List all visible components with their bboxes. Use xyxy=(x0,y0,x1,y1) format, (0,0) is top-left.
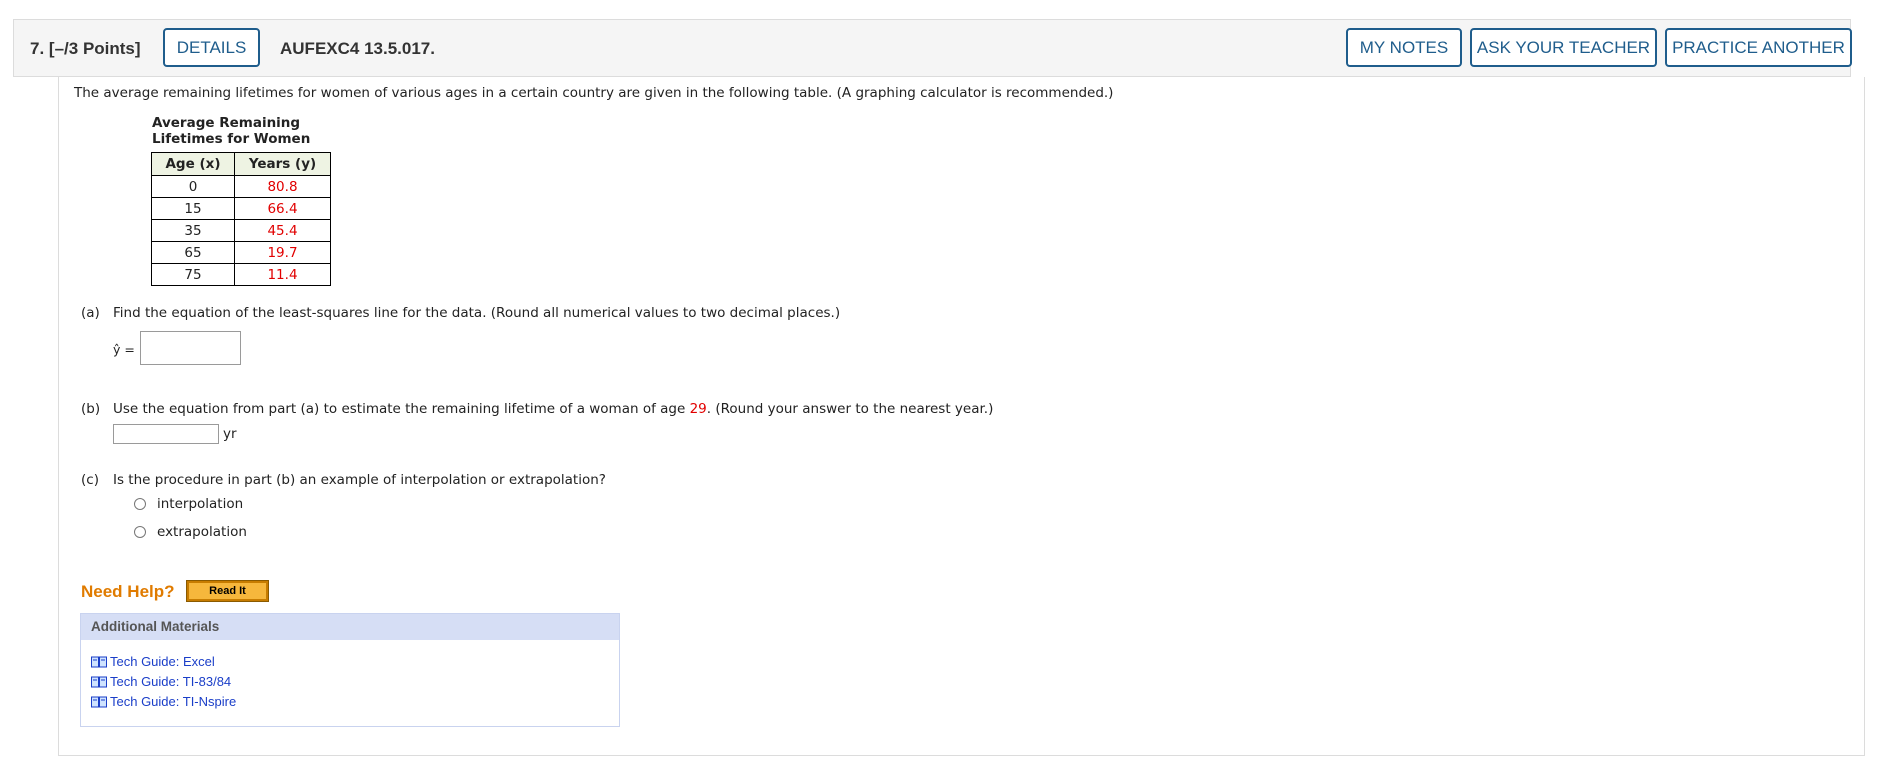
additional-materials-panel: Additional Materials Tech Guide: Excel T… xyxy=(80,613,620,727)
radio-interpolation[interactable] xyxy=(134,498,146,510)
read-it-button[interactable]: Read It xyxy=(186,580,269,602)
radio-extrapolation[interactable] xyxy=(134,526,146,538)
question-code: AUFEXC4 13.5.017. xyxy=(280,39,435,58)
need-help-label: Need Help? xyxy=(81,582,175,601)
table-header-row: Age (x) Years (y) xyxy=(151,152,331,176)
book-icon xyxy=(91,696,107,707)
part-b-text: Use the equation from part (a) to estima… xyxy=(113,401,993,417)
lifetimes-table: Age (x) Years (y) 0 80.8 15 66.4 35 45.4… xyxy=(151,152,331,286)
cell-years: 45.4 xyxy=(234,219,331,242)
tech-guide-ti83-link[interactable]: Tech Guide: TI-83/84 xyxy=(91,674,231,689)
additional-materials-heading: Additional Materials xyxy=(81,614,619,640)
lifetime-input[interactable] xyxy=(113,424,219,444)
option-interpolation-label[interactable]: interpolation xyxy=(157,496,243,512)
tech-guide-tinspire-link[interactable]: Tech Guide: TI-Nspire xyxy=(91,694,236,709)
table-row: 75 11.4 xyxy=(151,263,331,286)
question-intro: The average remaining lifetimes for wome… xyxy=(74,85,1114,101)
table-caption: Average Remaining Lifetimes for Women xyxy=(152,115,310,147)
cell-years: 11.4 xyxy=(234,263,331,286)
col-header-age: Age (x) xyxy=(151,152,235,176)
table-row: 15 66.4 xyxy=(151,197,331,220)
part-c-text: Is the procedure in part (b) an example … xyxy=(113,472,606,488)
equation-input[interactable] xyxy=(140,331,241,365)
cell-years: 19.7 xyxy=(234,241,331,264)
table-row: 0 80.8 xyxy=(151,175,331,198)
col-header-years: Years (y) xyxy=(234,152,331,176)
unit-label: yr xyxy=(223,426,237,442)
table-row: 65 19.7 xyxy=(151,241,331,264)
table-caption-line2: Lifetimes for Women xyxy=(152,131,311,147)
question-body: The average remaining lifetimes for wome… xyxy=(58,77,1865,756)
table-caption-line1: Average Remaining xyxy=(152,115,301,131)
part-c-label: (c) xyxy=(81,472,99,488)
link-label[interactable]: Tech Guide: Excel xyxy=(110,654,215,669)
part-b-text-after: . (Round your answer to the nearest year… xyxy=(706,401,994,417)
part-a-label: (a) xyxy=(81,305,100,321)
question-number-points: 7. [–/3 Points] xyxy=(30,39,141,59)
part-b-label: (b) xyxy=(81,401,101,417)
practice-another-button[interactable]: PRACTICE ANOTHER xyxy=(1665,28,1852,67)
tech-guide-excel-link[interactable]: Tech Guide: Excel xyxy=(91,654,215,669)
part-a-text: Find the equation of the least-squares l… xyxy=(113,305,841,321)
option-extrapolation-label[interactable]: extrapolation xyxy=(157,524,247,540)
my-notes-button[interactable]: MY NOTES xyxy=(1346,28,1462,67)
table-row: 35 45.4 xyxy=(151,219,331,242)
cell-years: 80.8 xyxy=(234,175,331,198)
part-b-age: 29 xyxy=(689,401,707,417)
question-points: [–/3 Points] xyxy=(48,39,141,58)
cell-age: 65 xyxy=(151,241,235,264)
cell-years: 66.4 xyxy=(234,197,331,220)
book-icon xyxy=(91,656,107,667)
cell-age: 35 xyxy=(151,219,235,242)
link-label[interactable]: Tech Guide: TI-Nspire xyxy=(110,694,236,709)
cell-age: 15 xyxy=(151,197,235,220)
question-number: 7. xyxy=(30,39,45,58)
book-icon xyxy=(91,676,107,687)
cell-age: 75 xyxy=(151,263,235,286)
cell-age: 0 xyxy=(151,175,235,198)
question-header: 7. [–/3 Points] DETAILS AUFEXC4 13.5.017… xyxy=(13,19,1852,77)
ask-your-teacher-button[interactable]: ASK YOUR TEACHER xyxy=(1470,28,1657,67)
link-label[interactable]: Tech Guide: TI-83/84 xyxy=(110,674,231,689)
part-b-text-before: Use the equation from part (a) to estima… xyxy=(113,401,690,417)
details-button[interactable]: DETAILS xyxy=(163,28,260,67)
yhat-label: ŷ = xyxy=(113,342,135,357)
